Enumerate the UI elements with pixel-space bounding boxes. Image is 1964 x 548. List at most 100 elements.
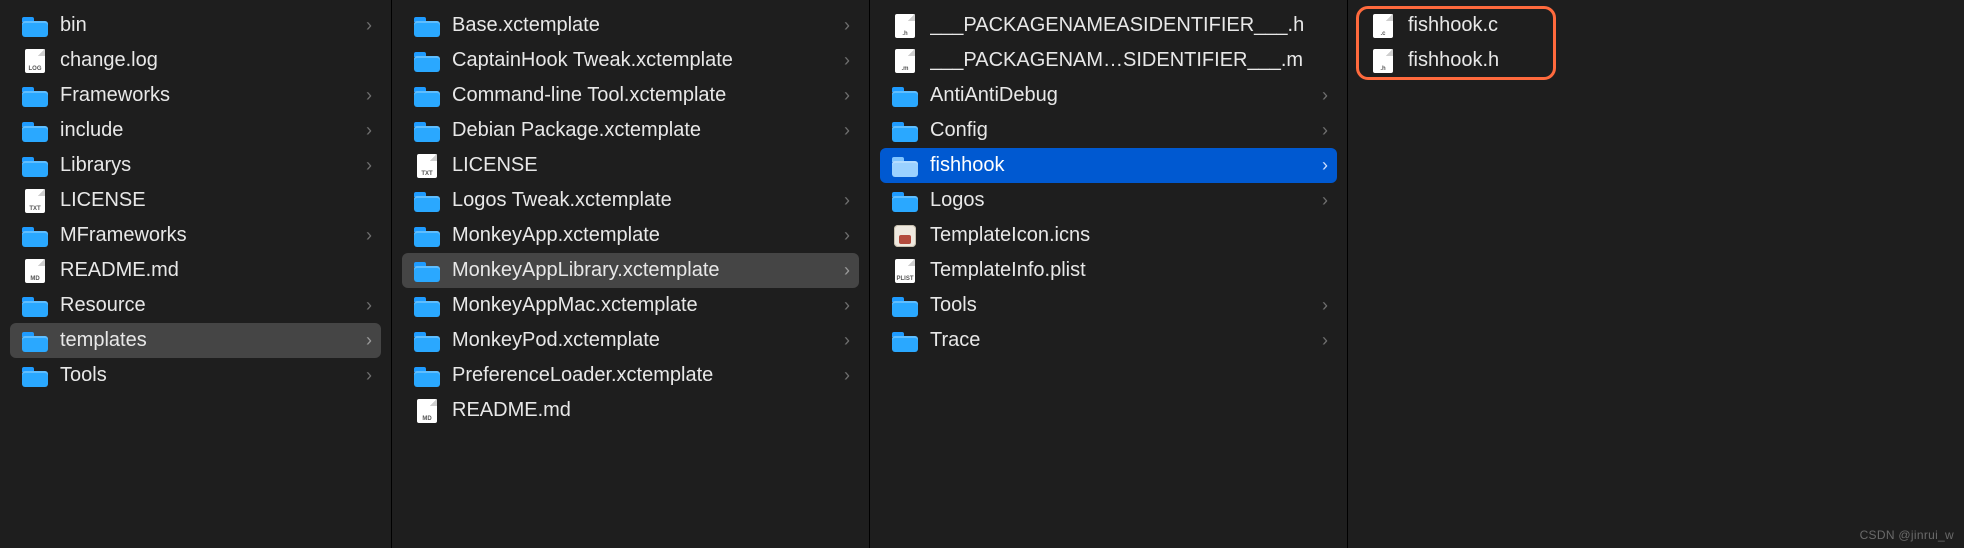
file-type-tag: .m [895, 66, 915, 72]
list-item[interactable]: Tools› [0, 358, 391, 393]
chevron-right-icon: › [837, 260, 857, 281]
folder-icon [22, 223, 48, 249]
list-item[interactable]: templates› [10, 323, 381, 358]
list-item[interactable]: MonkeyApp.xctemplate› [392, 218, 869, 253]
file-type-tag: .c [1373, 31, 1393, 37]
file-type-tag: LOG [25, 66, 45, 72]
list-item[interactable]: MonkeyAppMac.xctemplate› [392, 288, 869, 323]
item-label: MFrameworks [60, 224, 359, 247]
chevron-right-icon: › [837, 225, 857, 246]
item-label: MonkeyApp.xctemplate [452, 224, 837, 247]
folder-icon [414, 363, 440, 389]
item-label: Librarys [60, 154, 359, 177]
list-item[interactable]: .h ___PACKAGENAMEASIDENTIFIER___.h [870, 8, 1347, 43]
list-item[interactable]: Frameworks› [0, 78, 391, 113]
finder-column-view: bin›LOGchange.logFrameworks›include›Libr… [0, 0, 1964, 548]
list-item[interactable]: MonkeyAppLibrary.xctemplate› [402, 253, 859, 288]
file-icon: .h [892, 13, 918, 39]
chevron-right-icon: › [359, 225, 379, 246]
list-item[interactable]: Logos Tweak.xctemplate› [392, 183, 869, 218]
item-label: CaptainHook Tweak.xctemplate [452, 49, 837, 72]
chevron-right-icon: › [1315, 190, 1335, 211]
chevron-right-icon: › [837, 85, 857, 106]
file-icon: MD [414, 398, 440, 424]
folder-icon [22, 13, 48, 39]
item-label: TemplateIcon.icns [930, 224, 1335, 247]
folder-icon [414, 188, 440, 214]
folder-icon [22, 118, 48, 144]
file-type-tag: .h [895, 31, 915, 37]
file-icon: TXT [22, 188, 48, 214]
chevron-right-icon: › [837, 330, 857, 351]
file-icon: MD [22, 258, 48, 284]
column-2: .h ___PACKAGENAMEASIDENTIFIER___.h .m___PA… [870, 0, 1348, 548]
folder-icon [892, 118, 918, 144]
list-item[interactable]: bin› [0, 8, 391, 43]
item-label: fishhook.c [1408, 14, 1952, 37]
list-item[interactable]: TXTLICENSE [392, 148, 869, 183]
icns-icon [892, 223, 918, 249]
list-item[interactable]: TXTLICENSE [0, 183, 391, 218]
chevron-right-icon: › [359, 365, 379, 386]
folder-icon [414, 13, 440, 39]
list-item[interactable]: Command-line Tool.xctemplate› [392, 78, 869, 113]
column-0: bin›LOGchange.logFrameworks›include›Libr… [0, 0, 392, 548]
list-item[interactable]: Base.xctemplate› [392, 8, 869, 43]
item-label: Resource [60, 294, 359, 317]
list-item[interactable]: PreferenceLoader.xctemplate› [392, 358, 869, 393]
folder-icon [22, 153, 48, 179]
item-label: fishhook [930, 154, 1315, 177]
list-item[interactable]: Resource› [0, 288, 391, 323]
list-item[interactable]: Tools› [870, 288, 1347, 323]
list-item[interactable]: MD README.md [392, 393, 869, 428]
item-label: change.log [60, 49, 379, 72]
file-icon: .m [892, 48, 918, 74]
list-item[interactable]: LOG change.log [0, 43, 391, 78]
list-item[interactable]: AntiAntiDebug› [870, 78, 1347, 113]
folder-icon [22, 293, 48, 319]
list-item[interactable]: Config› [870, 113, 1347, 148]
list-item[interactable]: MFrameworks› [0, 218, 391, 253]
list-item[interactable]: Logos› [870, 183, 1347, 218]
item-label: Base.xctemplate [452, 14, 837, 37]
item-label: MonkeyAppLibrary.xctemplate [452, 259, 837, 282]
folder-icon [892, 83, 918, 109]
file-type-tag: TXT [417, 171, 437, 177]
file-icon: .c [1370, 13, 1396, 39]
file-type-tag: .h [1373, 66, 1393, 72]
item-label: ___PACKAGENAMEASIDENTIFIER___.h [930, 14, 1335, 37]
list-item[interactable]: MDREADME.md [0, 253, 391, 288]
folder-icon [22, 83, 48, 109]
list-item[interactable]: PLISTTemplateInfo.plist [870, 253, 1347, 288]
item-label: MonkeyAppMac.xctemplate [452, 294, 837, 317]
item-label: bin [60, 14, 359, 37]
chevron-right-icon: › [837, 50, 857, 71]
chevron-right-icon: › [837, 15, 857, 36]
chevron-right-icon: › [1315, 330, 1335, 351]
chevron-right-icon: › [837, 295, 857, 316]
file-icon: .h [1370, 48, 1396, 74]
list-item[interactable]: Librarys› [0, 148, 391, 183]
list-item[interactable]: TemplateIcon.icns [870, 218, 1347, 253]
column-3: .c fishhook.c .hfishhook.h [1348, 0, 1964, 548]
item-label: README.md [452, 399, 857, 422]
list-item[interactable]: Trace› [870, 323, 1347, 358]
list-item[interactable]: CaptainHook Tweak.xctemplate› [392, 43, 869, 78]
item-label: Logos Tweak.xctemplate [452, 189, 837, 212]
chevron-right-icon: › [1315, 85, 1335, 106]
chevron-right-icon: › [359, 155, 379, 176]
folder-icon [414, 118, 440, 144]
list-item[interactable]: .m___PACKAGENAM…SIDENTIFIER___.m [870, 43, 1347, 78]
list-item[interactable]: fishhook› [880, 148, 1337, 183]
chevron-right-icon: › [1315, 155, 1335, 176]
folder-icon [414, 223, 440, 249]
file-icon: PLIST [892, 258, 918, 284]
list-item[interactable]: include› [0, 113, 391, 148]
chevron-right-icon: › [359, 120, 379, 141]
list-item[interactable]: .c fishhook.c [1348, 8, 1964, 43]
list-item[interactable]: .hfishhook.h [1348, 43, 1964, 78]
list-item[interactable]: Debian Package.xctemplate› [392, 113, 869, 148]
item-label: Frameworks [60, 84, 359, 107]
list-item[interactable]: MonkeyPod.xctemplate› [392, 323, 869, 358]
item-label: Debian Package.xctemplate [452, 119, 837, 142]
